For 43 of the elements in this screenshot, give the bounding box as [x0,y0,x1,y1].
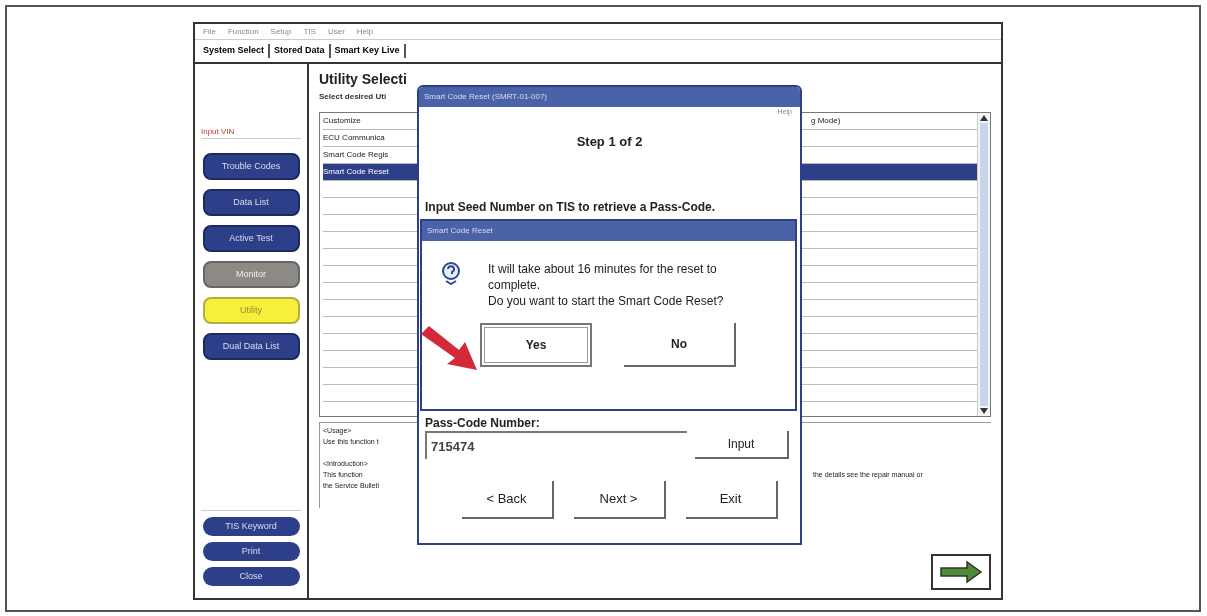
tab[interactable]: Stored Data [270,44,331,58]
list-item[interactable]: Smart Code Regis [323,149,411,161]
wizard-button[interactable]: Exit [685,481,778,519]
pointer-arrow-icon [419,324,479,372]
sidebar-button[interactable]: Print [202,542,300,561]
dialog-button[interactable]: Yes [480,323,592,367]
arrow-right-icon [939,560,983,584]
question-icon [440,261,462,285]
wizard-button[interactable]: < Back [461,481,554,519]
instruction-text: Input Seed Number on TIS to retrieve a Pass-Code. [425,200,716,214]
sidebar-button[interactable]: TIS Keyword [202,517,300,536]
dialog-title: Smart Code Reset [422,221,795,241]
wizard-button[interactable]: Next > [573,481,666,519]
scrollbar[interactable] [977,113,990,416]
sidebar-button[interactable]: Dual Data List [202,333,300,360]
tab[interactable]: System Select [199,44,271,58]
message-text: It will take about 16 minutes for the reset to complete. [488,261,718,293]
field-label: Pass-Code Number: [425,416,540,430]
list-item-text: g Mode) [811,115,841,127]
menu-item[interactable]: Help [356,25,374,38]
sidebar-button[interactable]: Data List [202,189,300,216]
list-item[interactable]: Smart Code Reset [323,166,411,178]
sidebar-button[interactable]: Trouble Codes [202,153,300,180]
menu-item[interactable]: TIS [303,25,316,38]
message-text: Do you want to start the Smart Code Reset? [488,293,725,309]
step-heading: Step 1 of 2 [576,132,643,151]
menu-item[interactable]: File [203,25,216,38]
dialog-button[interactable]: No [624,323,736,367]
tab[interactable]: Smart Key Live [330,44,406,58]
list-item[interactable]: Customize [323,115,411,127]
menu-item[interactable]: User [327,25,345,38]
next-arrow-button[interactable] [931,554,991,590]
menu-item[interactable]: Setup [270,25,292,38]
menu-item[interactable]: Function [227,25,259,38]
passcode-field[interactable]: 715474 [425,431,687,459]
list-item[interactable]: ECU Communica [323,132,411,144]
menu-title: Utility Selecti [319,70,408,88]
input-button[interactable]: Input [695,431,789,459]
instruction-text: Select desired Uti [319,91,387,103]
sidebar-button[interactable]: Close [202,567,300,586]
sidebar-button[interactable]: Active Test [202,225,300,252]
vin-label[interactable]: Input VIN [201,126,301,139]
dialog-title: Smart Code Reset (SMRT-01-007) [419,87,800,107]
